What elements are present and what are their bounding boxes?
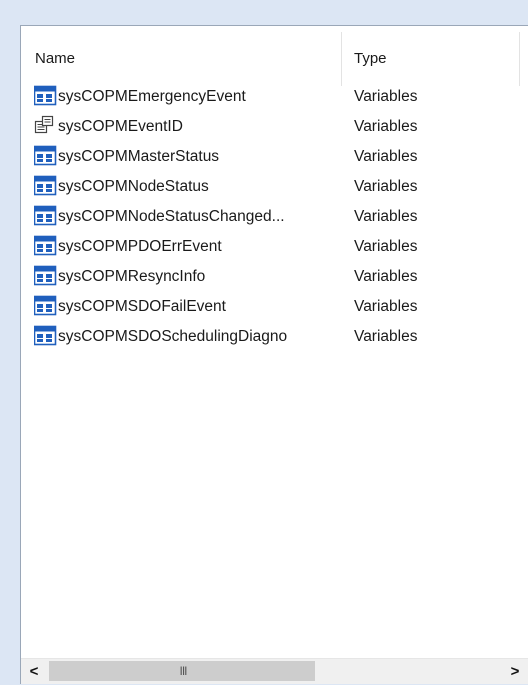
scroll-right-button[interactable]: > <box>502 659 528 685</box>
item-name: sysCOPMResyncInfo <box>58 268 206 285</box>
item-name: sysCOPMMasterStatus <box>58 148 220 165</box>
list-header: Name Type <box>21 26 528 88</box>
column-divider[interactable] <box>519 32 520 86</box>
struct-variable-icon <box>33 265 57 287</box>
horizontal-scrollbar[interactable]: < III > <box>21 658 528 684</box>
item-type: Variables <box>354 268 418 285</box>
item-type: Variables <box>354 328 418 345</box>
struct-variable-icon <box>33 325 57 347</box>
struct-variable-icon <box>33 205 57 227</box>
list-item[interactable]: sysCOPMPDOErrEvent Variables <box>21 232 528 262</box>
list-item[interactable]: sysCOPMNodeStatus Variables <box>21 172 528 202</box>
struct-variable-icon <box>33 175 57 197</box>
struct-variable-icon <box>33 145 57 167</box>
list-item[interactable]: sysCOPMSDOSchedulingDiagno Variables <box>21 322 528 352</box>
list-item[interactable]: sysCOPMNodeStatusChanged... Variables <box>21 202 528 232</box>
item-type: Variables <box>354 238 418 255</box>
item-type: Variables <box>354 208 418 225</box>
variables-list-panel: Name Type sysCOPMEmergencyEvent Variables… <box>20 25 528 684</box>
struct-variable-icon <box>33 235 57 257</box>
list-item[interactable]: sysCOPMSDOFailEvent Variables <box>21 292 528 322</box>
item-name: sysCOPMPDOErrEvent <box>58 238 222 255</box>
item-type: Variables <box>354 298 418 315</box>
item-type: Variables <box>354 148 418 165</box>
list-item[interactable]: sysCOPMEmergencyEvent Variables <box>21 82 528 112</box>
column-divider[interactable] <box>341 32 342 86</box>
item-name: sysCOPMEventID <box>58 118 183 135</box>
item-name: sysCOPMSDOSchedulingDiagno <box>58 328 288 345</box>
scrollbar-grip-icon: III <box>179 664 187 678</box>
item-name: sysCOPMEmergencyEvent <box>58 88 246 105</box>
item-name: sysCOPMNodeStatusChanged... <box>58 208 285 225</box>
item-name: sysCOPMNodeStatus <box>58 178 209 195</box>
struct-variable-icon <box>33 295 57 317</box>
column-header-name[interactable]: Name <box>35 46 75 72</box>
item-type: Variables <box>354 118 418 135</box>
item-type: Variables <box>354 178 418 195</box>
enum-id-icon <box>34 115 57 137</box>
scroll-left-button[interactable]: < <box>21 659 47 685</box>
scrollbar-thumb[interactable]: III <box>49 661 315 681</box>
item-name: sysCOPMSDOFailEvent <box>58 298 226 315</box>
struct-variable-icon <box>33 85 57 107</box>
list-item[interactable]: sysCOPMResyncInfo Variables <box>21 262 528 292</box>
list-item[interactable]: sysCOPMMasterStatus Variables <box>21 142 528 172</box>
list-item[interactable]: sysCOPMEventID Variables <box>21 112 528 142</box>
column-header-type[interactable]: Type <box>354 46 387 72</box>
item-type: Variables <box>354 88 418 105</box>
